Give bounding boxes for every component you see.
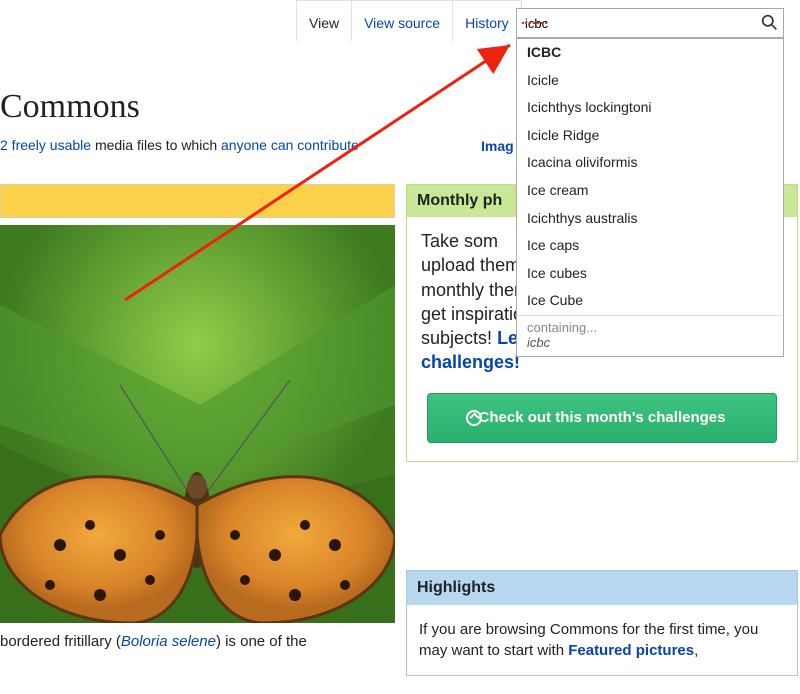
search-container (516, 8, 784, 38)
highlights-box: Highlights If you are browsing Commons f… (406, 570, 798, 676)
search-suggestions: ICBC Icicle Icichthys lockingtoni Icicle… (516, 38, 784, 357)
contribute-link[interactable]: anyone can contribute (221, 137, 359, 153)
cutoff-link[interactable]: Imag (481, 138, 514, 154)
suggestion-containing[interactable]: containing... icbc (517, 315, 783, 356)
suggestion-item[interactable]: Ice Cube (517, 287, 783, 315)
caption-post: ) is one of the (216, 633, 307, 650)
suggestion-item[interactable]: Ice cubes (517, 260, 783, 288)
tab-view[interactable]: View (296, 0, 352, 41)
suggestion-item[interactable]: Icicle (517, 67, 783, 95)
arrow-circle-icon (466, 410, 482, 426)
suggestion-item[interactable]: Icicle Ridge (517, 122, 783, 150)
tagline-mid: media files to which (91, 137, 221, 153)
monthly-text-1: Take som (421, 231, 498, 251)
suggestion-item[interactable]: Icacina oliviformis (517, 149, 783, 177)
file-count-link[interactable]: 2 freely usable (0, 137, 91, 153)
containing-label: containing... (527, 320, 597, 335)
suggestion-item[interactable]: Ice caps (517, 232, 783, 260)
tab-view-source[interactable]: View source (352, 0, 453, 41)
suggestion-item[interactable]: Ice cream (517, 177, 783, 205)
highlights-body: If you are browsing Commons for the firs… (407, 605, 797, 675)
suggestion-item[interactable]: Icichthys australis (517, 205, 783, 233)
search-input[interactable] (516, 8, 784, 38)
suggestion-item[interactable]: ICBC (517, 39, 783, 67)
spellcheck-underline (522, 22, 547, 24)
image-caption: bordered fritillary (Boloria selene) is … (0, 633, 307, 650)
featured-pictures-link[interactable]: Featured pictures (568, 642, 694, 659)
highlights-comma: , (694, 642, 698, 659)
species-link[interactable]: Boloria selene (121, 633, 216, 650)
page-tabs: View View source History (296, 0, 522, 41)
containing-term: icbc (527, 335, 773, 350)
featured-image[interactable] (0, 225, 395, 623)
yellow-header-bar (0, 184, 395, 218)
tab-history[interactable]: History (453, 0, 522, 41)
tagline: 2 freely usable media files to which any… (0, 137, 359, 153)
page-title: Commons (0, 88, 140, 126)
highlights-header: Highlights (407, 571, 797, 605)
monthly-cta-button[interactable]: Check out this month's challenges (427, 393, 777, 443)
search-icon[interactable] (761, 14, 778, 31)
suggestion-item[interactable]: Icichthys lockingtoni (517, 94, 783, 122)
caption-pre: bordered fritillary ( (0, 633, 121, 650)
cta-label: Check out this month's challenges (479, 409, 726, 426)
